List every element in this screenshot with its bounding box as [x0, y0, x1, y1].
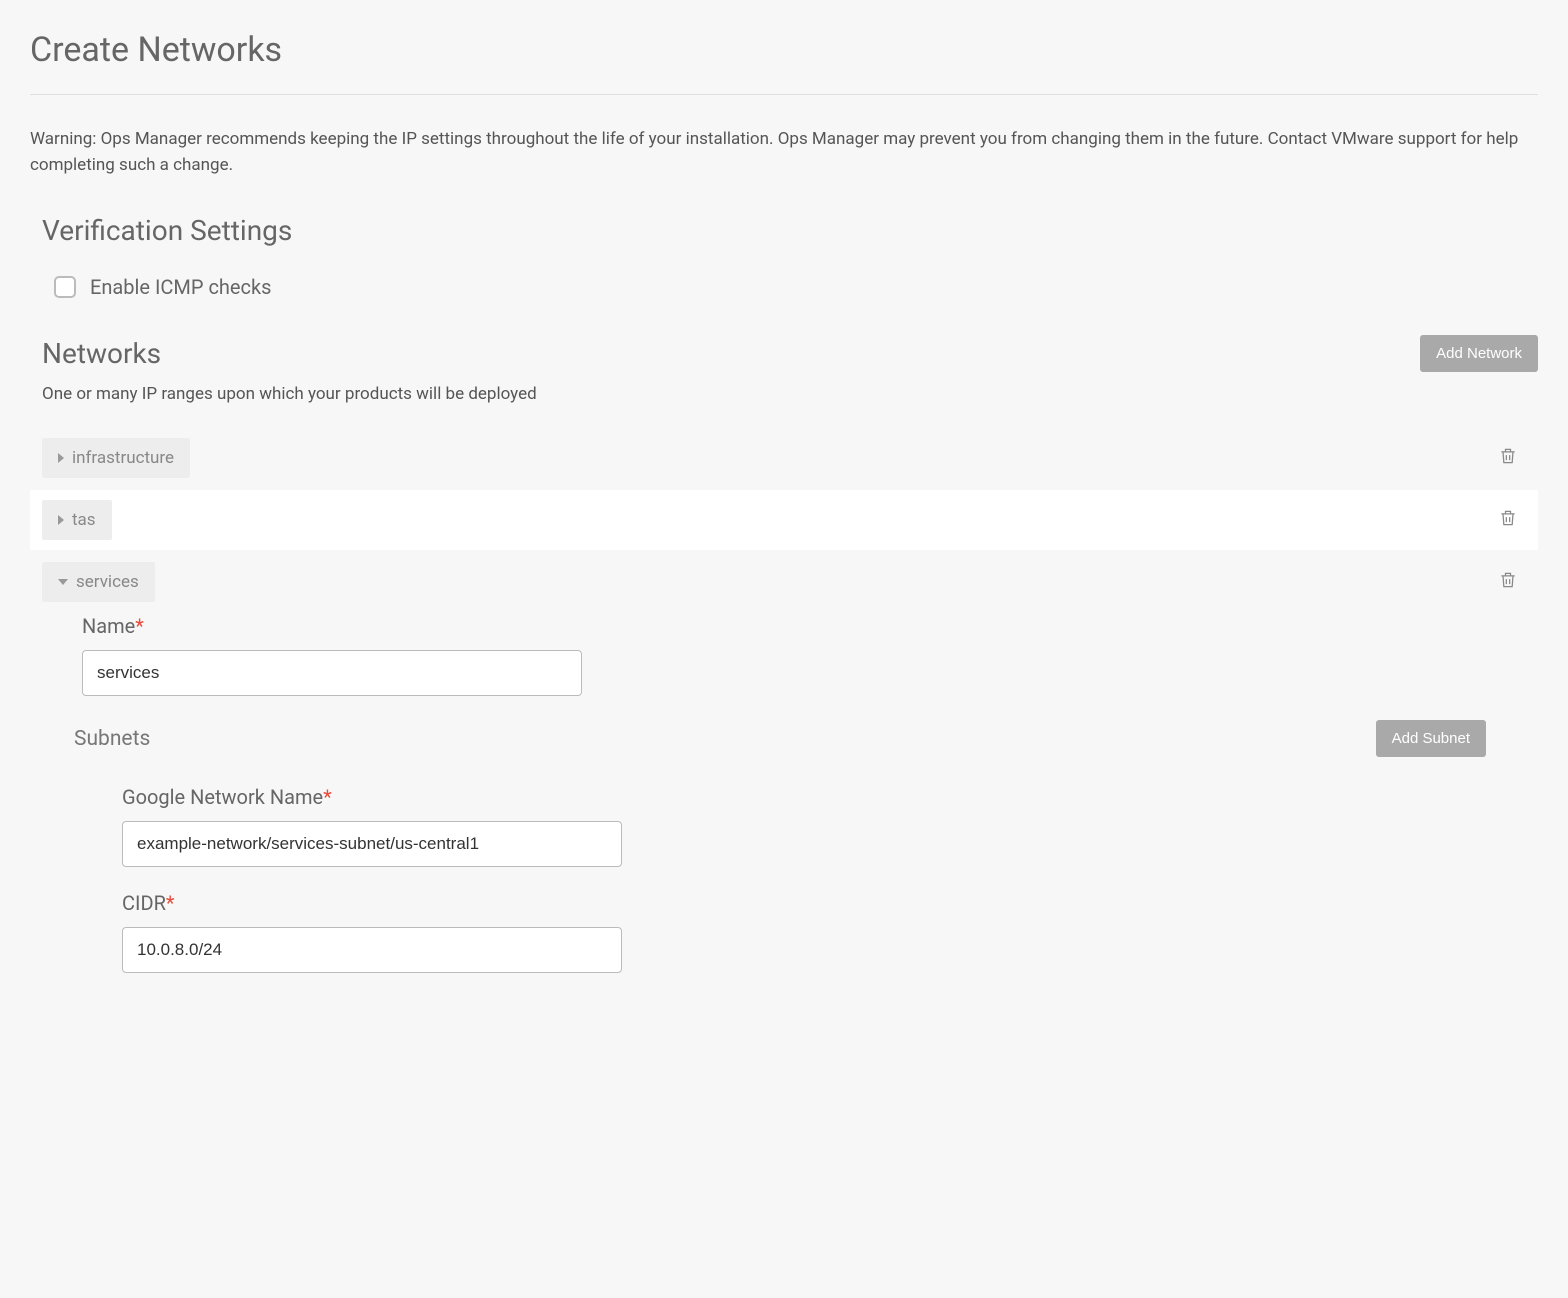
network-row-services: services — [30, 552, 1538, 612]
name-input[interactable] — [82, 650, 582, 696]
add-network-button[interactable]: Add Network — [1420, 335, 1538, 372]
required-asterisk: * — [166, 891, 175, 915]
network-row-infrastructure: infrastructure — [30, 428, 1538, 488]
required-asterisk: * — [135, 614, 144, 638]
required-asterisk: * — [323, 785, 332, 809]
google-network-label: Google Network Name* — [122, 785, 1526, 809]
warning-text: Warning: Ops Manager recommends keeping … — [30, 127, 1538, 178]
add-subnet-button[interactable]: Add Subnet — [1376, 720, 1486, 757]
icmp-label: Enable ICMP checks — [90, 275, 271, 299]
trash-icon[interactable] — [1498, 445, 1518, 471]
subnets-heading: Subnets — [74, 727, 150, 751]
trash-icon[interactable] — [1498, 507, 1518, 533]
page-title: Create Networks — [30, 30, 1538, 70]
divider — [30, 94, 1538, 95]
verification-heading: Verification Settings — [42, 214, 1538, 247]
icmp-checkbox[interactable] — [54, 276, 76, 298]
network-chip-tas[interactable]: tas — [42, 500, 112, 540]
networks-heading: Networks — [42, 337, 161, 370]
network-label: tas — [72, 510, 96, 530]
network-chip-infrastructure[interactable]: infrastructure — [42, 438, 190, 478]
network-label: infrastructure — [72, 448, 174, 468]
name-label: Name* — [82, 614, 1526, 638]
network-label: services — [76, 572, 139, 592]
networks-description: One or many IP ranges upon which your pr… — [42, 384, 1538, 404]
network-row-tas: tas — [30, 490, 1538, 550]
services-expanded: Name* Subnets Add Subnet Google Network … — [30, 614, 1538, 973]
cidr-label: CIDR* — [122, 891, 1526, 915]
chevron-right-icon — [58, 453, 64, 463]
chevron-down-icon — [58, 579, 68, 585]
chevron-right-icon — [58, 515, 64, 525]
google-network-input[interactable] — [122, 821, 622, 867]
network-chip-services[interactable]: services — [42, 562, 155, 602]
trash-icon[interactable] — [1498, 569, 1518, 595]
cidr-input[interactable] — [122, 927, 622, 973]
